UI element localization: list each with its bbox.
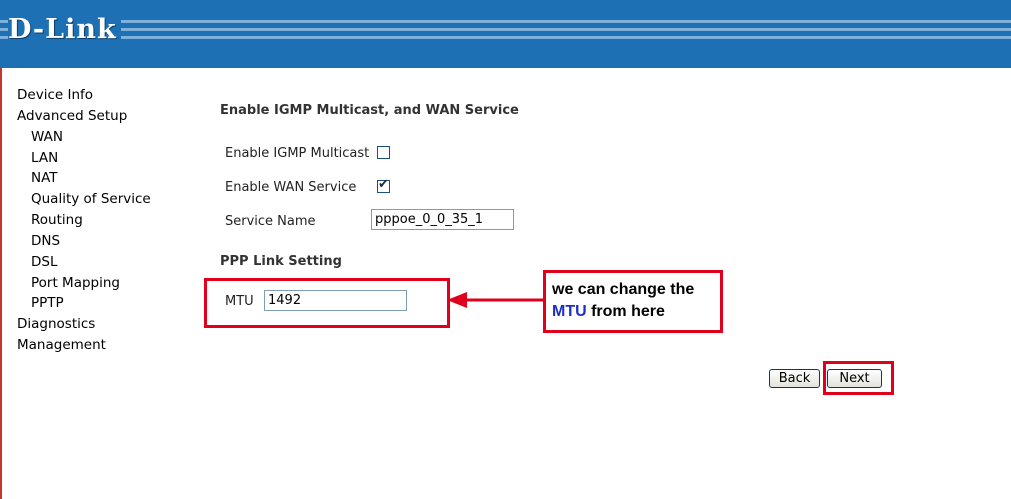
next-highlight-box	[823, 361, 894, 395]
callout-line-2-rest: from here	[586, 303, 665, 320]
dlink-logo: D-Link	[8, 14, 121, 45]
header-banner: D-Link	[0, 0, 1011, 68]
sidebar-item-qos[interactable]: Quality of Service	[31, 189, 151, 209]
sidebar-item-dsl[interactable]: DSL	[31, 252, 58, 272]
callout-text: we can change the MTU from here	[552, 279, 694, 323]
igmp-checkbox[interactable]	[377, 146, 390, 159]
service-name-label: Service Name	[225, 214, 316, 229]
checkmark-icon: ✔	[378, 177, 389, 192]
section-title-ppp: PPP Link Setting	[220, 254, 342, 269]
sidebar-item-pptp[interactable]: PPTP	[31, 293, 64, 313]
callout-line-2: MTU from here	[552, 301, 694, 323]
sidebar-item-diagnostics[interactable]: Diagnostics	[17, 314, 95, 334]
callout-line-1: we can change the	[552, 281, 695, 298]
sidebar-nav: Device Info Advanced Setup WAN LAN NAT Q…	[0, 68, 175, 499]
sidebar-item-management[interactable]: Management	[17, 335, 106, 355]
section-title-igmp-wan: Enable IGMP Multicast, and WAN Service	[220, 103, 519, 118]
sidebar-item-advanced-setup[interactable]: Advanced Setup	[17, 106, 127, 126]
header-stripe	[0, 36, 1011, 39]
header-stripe	[0, 28, 1011, 31]
sidebar-item-lan[interactable]: LAN	[31, 148, 58, 168]
sidebar-item-nat[interactable]: NAT	[31, 168, 58, 188]
sidebar-item-dns[interactable]: DNS	[31, 231, 60, 251]
callout-mtu-word: MTU	[552, 303, 587, 320]
sidebar-item-device-info[interactable]: Device Info	[17, 85, 93, 105]
back-button[interactable]: Back	[769, 369, 820, 388]
sidebar-item-wan[interactable]: WAN	[31, 127, 63, 147]
header-stripe	[0, 20, 1011, 23]
sidebar-item-routing[interactable]: Routing	[31, 210, 83, 230]
wan-service-checkbox[interactable]: ✔	[377, 177, 390, 193]
service-name-input[interactable]	[371, 209, 514, 230]
wan-service-label: Enable WAN Service	[225, 180, 357, 195]
mtu-highlight-box	[204, 278, 450, 328]
sidebar-item-port-mapping[interactable]: Port Mapping	[31, 273, 120, 293]
callout-arrow-icon	[447, 292, 545, 308]
igmp-label: Enable IGMP Multicast	[225, 146, 370, 161]
